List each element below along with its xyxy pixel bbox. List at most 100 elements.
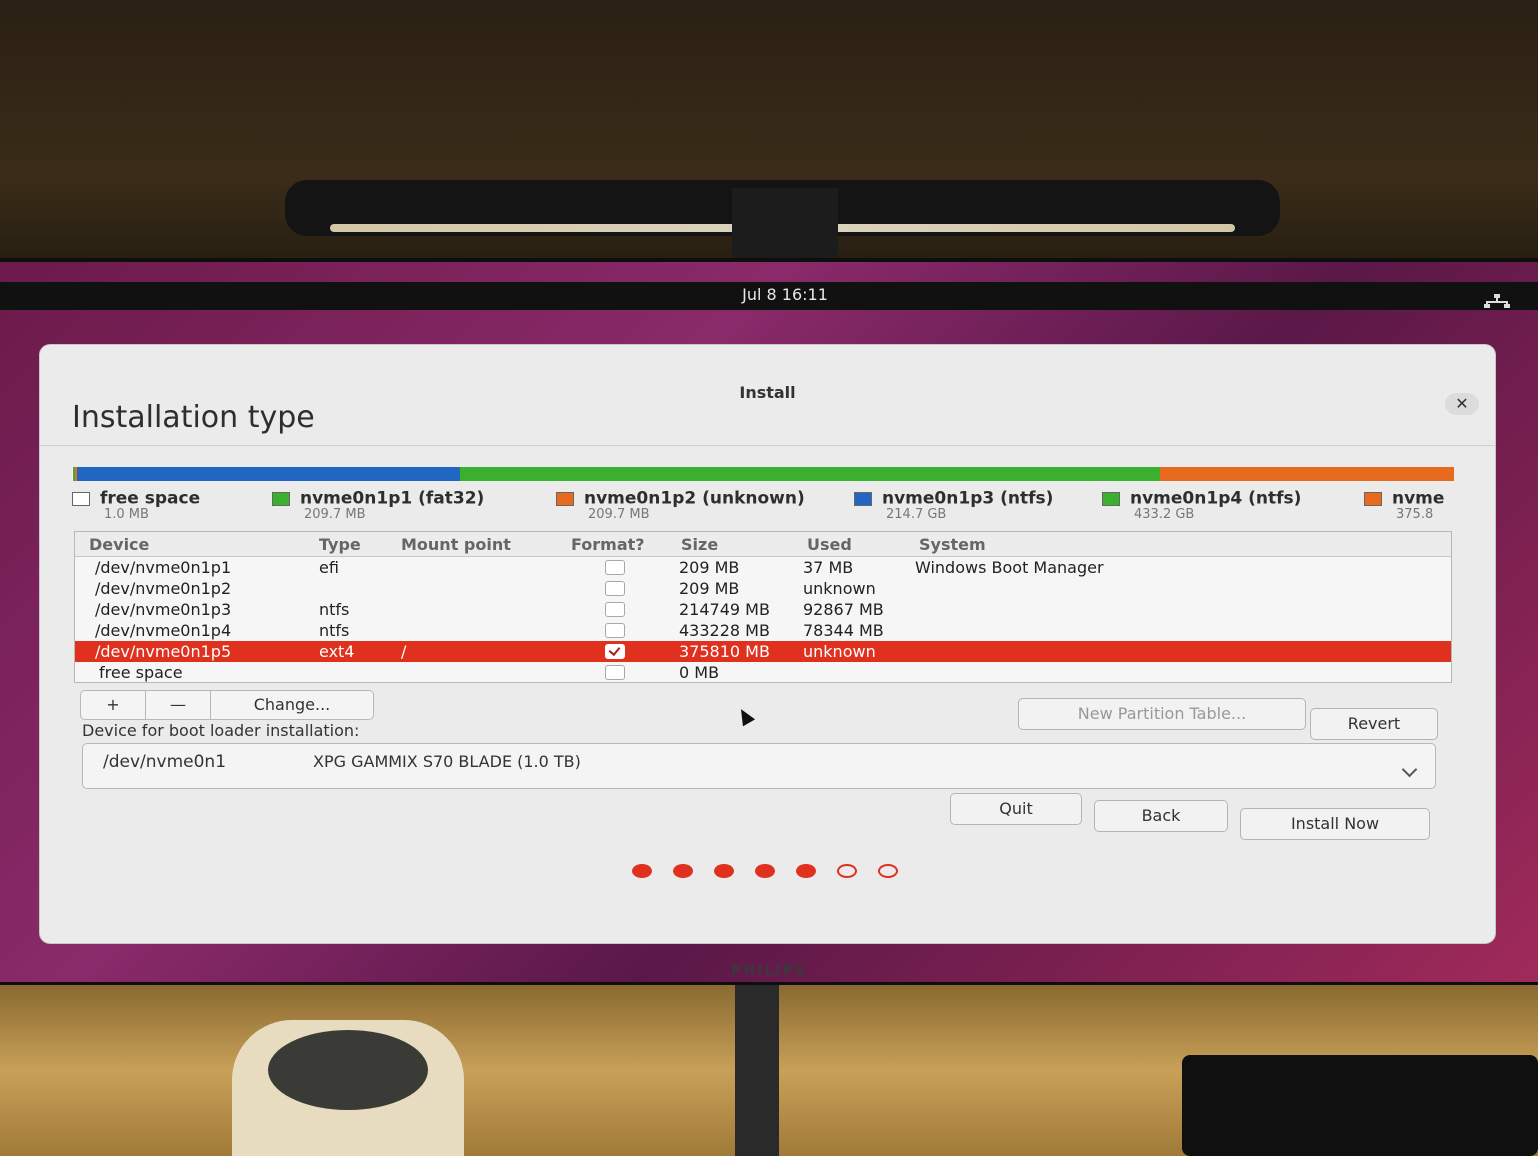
col-type[interactable]: Type xyxy=(319,535,361,554)
legend-size: 433.2 GB xyxy=(1134,506,1195,522)
new-partition-table-button[interactable]: New Partition Table... xyxy=(1018,698,1306,730)
checkmark-icon xyxy=(608,643,621,657)
cell-size: 375810 MB xyxy=(679,642,770,661)
chevron-down-icon[interactable] xyxy=(1401,761,1418,778)
legend-swatch xyxy=(1102,491,1120,506)
cell-size: 209 MB xyxy=(679,579,740,598)
back-button[interactable]: Back xyxy=(1094,800,1228,832)
clock[interactable]: Jul 8 16:11 xyxy=(700,285,870,304)
table-header: Device Type Mount point Format? Size Use… xyxy=(75,532,1451,557)
format-checkbox[interactable] xyxy=(605,560,625,575)
cell-device: /dev/nvme0n1p2 xyxy=(95,579,232,598)
cell-device: /dev/nvme0n1p4 xyxy=(95,621,232,640)
bar-segment-p4 xyxy=(460,467,1160,481)
table-row[interactable]: /dev/nvme0n1p3 ntfs 214749 MB 92867 MB xyxy=(75,599,1451,620)
legend-item: nvme0n1p1 (fat32) 209.7 MB xyxy=(272,488,484,522)
legend-name: nvme0n1p1 (fat32) xyxy=(300,488,485,509)
table-row[interactable]: /dev/nvme0n1p4 ntfs 433228 MB 78344 MB xyxy=(75,620,1451,641)
col-system[interactable]: System xyxy=(919,535,986,554)
table-row[interactable]: free space 0 MB xyxy=(75,662,1451,683)
step-dot-done xyxy=(714,864,734,878)
legend-item: nvme 375.8 xyxy=(1364,488,1444,522)
format-checkbox[interactable] xyxy=(605,602,625,617)
cell-mount: / xyxy=(401,642,407,661)
format-checkbox-checked[interactable] xyxy=(605,643,625,659)
cell-size: 209 MB xyxy=(679,558,740,577)
legend-size: 209.7 MB xyxy=(588,506,650,522)
legend-item: nvme0n1p3 (ntfs) 214.7 GB xyxy=(854,488,1053,522)
cell-type: ntfs xyxy=(319,600,350,619)
revert-button[interactable]: Revert xyxy=(1310,708,1438,740)
col-format[interactable]: Format? xyxy=(571,535,645,554)
cup-opening xyxy=(268,1030,428,1110)
partition-bar xyxy=(72,467,1454,481)
col-used[interactable]: Used xyxy=(807,535,852,554)
close-button[interactable]: ✕ xyxy=(1445,393,1479,415)
bootloader-select[interactable]: /dev/nvme0n1 XPG GAMMIX S70 BLADE (1.0 T… xyxy=(82,743,1436,789)
table-row-selected[interactable]: /dev/nvme0n1p5 ext4 / 375810 MB unknown xyxy=(75,641,1451,662)
add-partition-button[interactable]: + xyxy=(80,690,146,720)
cell-used: 37 MB xyxy=(803,558,854,577)
col-mount-point[interactable]: Mount point xyxy=(401,535,511,554)
monitor-brand: PHILIPS xyxy=(731,963,807,979)
legend-swatch xyxy=(854,491,872,506)
cell-size: 214749 MB xyxy=(679,600,770,619)
step-progress xyxy=(632,864,922,884)
cell-used: 78344 MB xyxy=(803,621,884,640)
legend-swatch xyxy=(556,491,574,506)
cell-device: /dev/nvme0n1p1 xyxy=(95,558,232,577)
install-dialog: Install ✕ Installation type free space 1… xyxy=(40,345,1495,943)
legend-size: 209.7 MB xyxy=(304,506,366,522)
cell-size: 0 MB xyxy=(679,663,720,682)
legend-swatch xyxy=(1364,491,1382,506)
cell-used: unknown xyxy=(803,579,876,598)
step-dot-done xyxy=(796,864,816,878)
col-size[interactable]: Size xyxy=(681,535,718,554)
legend-name: nvme0n1p4 (ntfs) xyxy=(1130,488,1302,509)
cell-type: ntfs xyxy=(319,621,350,640)
step-dot-done xyxy=(632,864,652,878)
change-partition-button[interactable]: Change... xyxy=(210,690,374,720)
quit-button[interactable]: Quit xyxy=(950,793,1082,825)
remove-partition-button[interactable]: — xyxy=(145,690,211,720)
legend-name: nvme0n1p2 (unknown) xyxy=(584,488,805,509)
cell-system: Windows Boot Manager xyxy=(915,558,1104,577)
legend-name: nvme0n1p3 (ntfs) xyxy=(882,488,1054,509)
legend-swatch xyxy=(72,491,90,506)
legend-item: nvme0n1p4 (ntfs) 433.2 GB xyxy=(1102,488,1301,522)
monitor-stand xyxy=(735,985,779,1156)
cell-used: 92867 MB xyxy=(803,600,884,619)
legend-size: 214.7 GB xyxy=(886,506,947,522)
bar-segment-p5 xyxy=(1160,467,1454,481)
step-dot-pending xyxy=(837,864,857,878)
cell-type: efi xyxy=(319,558,339,577)
bootloader-device: /dev/nvme0n1 xyxy=(103,752,227,772)
title-divider xyxy=(40,445,1495,446)
format-checkbox[interactable] xyxy=(605,581,625,596)
step-dot-done xyxy=(755,864,775,878)
cell-device: /dev/nvme0n1p5 xyxy=(95,642,232,661)
partition-table[interactable]: Device Type Mount point Format? Size Use… xyxy=(74,531,1452,683)
cell-size: 433228 MB xyxy=(679,621,770,640)
cell-device: /dev/nvme0n1p3 xyxy=(95,600,232,619)
cell-type: ext4 xyxy=(319,642,355,661)
legend-name: nvme xyxy=(1392,488,1445,509)
step-dot-done xyxy=(673,864,693,878)
legend-item: nvme0n1p2 (unknown) 209.7 MB xyxy=(556,488,805,522)
format-checkbox[interactable] xyxy=(605,665,625,680)
legend-size: 375.8 xyxy=(1396,506,1434,522)
cell-device: free space xyxy=(99,663,183,682)
table-row[interactable]: /dev/nvme0n1p2 209 MB unknown xyxy=(75,578,1451,599)
network-wired-icon[interactable] xyxy=(1484,294,1510,308)
format-checkbox[interactable] xyxy=(605,623,625,638)
install-now-button[interactable]: Install Now xyxy=(1240,808,1430,840)
table-row[interactable]: /dev/nvme0n1p1 efi 209 MB 37 MB Windows … xyxy=(75,557,1451,578)
cell-used: unknown xyxy=(803,642,876,661)
desk-device xyxy=(1182,1055,1538,1156)
legend-name: free space xyxy=(100,488,201,509)
bootloader-disk-name: XPG GAMMIX S70 BLADE (1.0 TB) xyxy=(313,752,581,771)
partition-legend: free space 1.0 MB nvme0n1p1 (fat32) 209.… xyxy=(72,488,1462,532)
legend-swatch xyxy=(272,491,290,506)
col-device[interactable]: Device xyxy=(89,535,149,554)
page-title: Installation type xyxy=(72,400,315,435)
